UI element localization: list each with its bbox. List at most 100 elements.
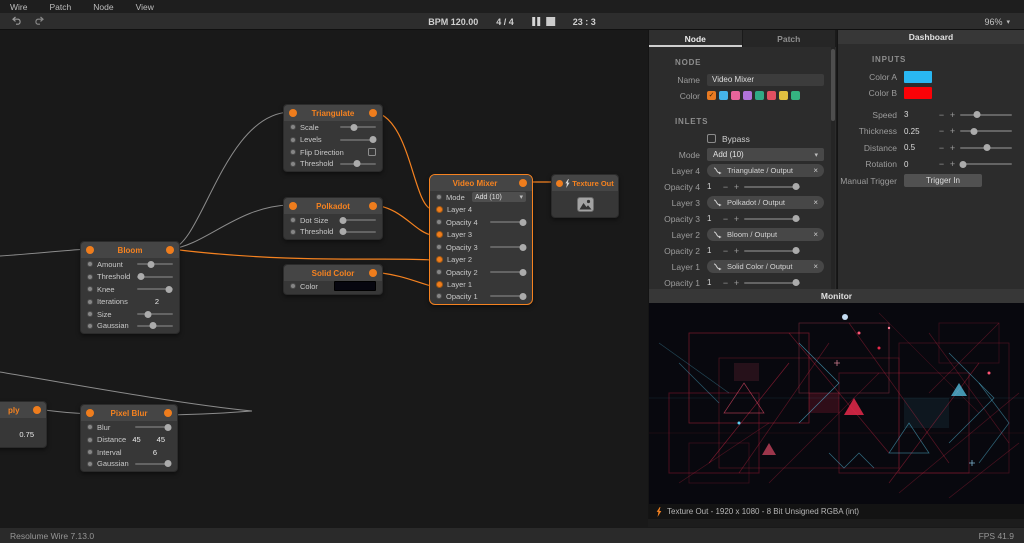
param-pin[interactable]	[436, 269, 442, 275]
param-slider[interactable]	[340, 219, 376, 221]
param-pin[interactable]	[87, 286, 93, 292]
param-pin[interactable]	[87, 261, 93, 267]
layer-inlet-pin[interactable]	[436, 256, 443, 263]
redo-icon[interactable]	[34, 16, 44, 27]
param-value[interactable]: 2	[155, 297, 159, 306]
param-slider[interactable]	[135, 426, 171, 428]
node-header[interactable]: Polkadot	[284, 198, 382, 214]
inlet-port[interactable]	[289, 109, 297, 117]
node-pixel-blur[interactable]: Pixel Blur Blur Distance 45 45 Interval …	[80, 404, 178, 472]
stop-button[interactable]	[546, 17, 555, 26]
thickness-value[interactable]: 0.25	[904, 127, 936, 136]
layer-inlet-pin[interactable]	[436, 281, 443, 288]
palette-swatch-blue[interactable]	[719, 91, 728, 100]
rotation-slider[interactable]	[960, 163, 1012, 165]
color-swatch[interactable]	[334, 281, 376, 291]
close-icon[interactable]: ×	[813, 167, 818, 175]
param-pin[interactable]	[290, 283, 296, 289]
decrement-button[interactable]: −	[936, 159, 947, 169]
param-pin[interactable]	[87, 274, 93, 280]
decrement-button[interactable]: −	[720, 278, 731, 288]
color-a-swatch[interactable]	[904, 71, 932, 83]
param-slider[interactable]	[490, 246, 526, 248]
outlet-port[interactable]	[369, 269, 377, 277]
param-pin[interactable]	[290, 217, 296, 223]
param-slider[interactable]	[137, 325, 173, 327]
increment-button[interactable]: +	[731, 246, 742, 256]
param-pin[interactable]	[290, 137, 296, 143]
distance-slider[interactable]	[960, 147, 1012, 149]
increment-button[interactable]: +	[947, 143, 958, 153]
param-value[interactable]: 45	[132, 435, 140, 444]
bypass-checkbox[interactable]	[707, 134, 716, 143]
param-pin[interactable]	[87, 424, 93, 430]
opacity-slider[interactable]	[744, 282, 800, 284]
palette-swatch-yellow[interactable]	[779, 91, 788, 100]
outlet-port[interactable]	[33, 406, 41, 414]
palette-swatch-orange[interactable]: ✓	[707, 91, 716, 100]
tab-node[interactable]: Node	[649, 30, 743, 47]
param-slider[interactable]	[137, 276, 173, 278]
param-pin[interactable]	[436, 194, 442, 200]
param-checkbox[interactable]	[368, 148, 376, 156]
param-value[interactable]: 6	[153, 448, 157, 457]
param-slider[interactable]	[137, 288, 173, 290]
scrollbar-thumb[interactable]	[831, 49, 835, 121]
increment-button[interactable]: +	[947, 110, 958, 120]
node-bloom[interactable]: Bloom Amount Threshold Knee Iterations	[80, 241, 180, 334]
undo-icon[interactable]	[12, 16, 22, 27]
param-slider[interactable]	[137, 263, 173, 265]
outlet-port[interactable]	[369, 202, 377, 210]
param-pin[interactable]	[290, 229, 296, 235]
menu-patch[interactable]: Patch	[49, 2, 71, 12]
mode-dropdown[interactable]: Add (10) ▾	[472, 192, 526, 202]
param-slider[interactable]	[137, 313, 173, 315]
node-video-mixer[interactable]: Video Mixer Mode Add (10) ▾ Layer 4 Opac…	[429, 174, 533, 305]
opacity-value[interactable]: 1	[707, 246, 720, 255]
connection-chip[interactable]: Solid Color / Output ×	[707, 260, 824, 273]
rotation-value[interactable]: 0	[904, 160, 936, 169]
tab-patch[interactable]: Patch	[743, 30, 837, 47]
palette-swatch-teal[interactable]	[755, 91, 764, 100]
outlet-port[interactable]	[164, 409, 172, 417]
speed-slider[interactable]	[960, 114, 1012, 116]
param-pin[interactable]	[87, 437, 93, 443]
palette-swatch-pink[interactable]	[731, 91, 740, 100]
decrement-button[interactable]: −	[936, 143, 947, 153]
param-slider[interactable]	[340, 139, 376, 141]
param-pin[interactable]	[436, 219, 442, 225]
node-header[interactable]: Bloom	[81, 242, 179, 258]
param-slider[interactable]	[490, 221, 526, 223]
node-header[interactable]: Solid Color	[284, 265, 382, 281]
decrement-button[interactable]: −	[720, 246, 731, 256]
outlet-port[interactable]	[369, 109, 377, 117]
opacity-slider[interactable]	[744, 218, 800, 220]
decrement-button[interactable]: −	[936, 126, 947, 136]
menu-view[interactable]: View	[136, 2, 154, 12]
decrement-button[interactable]: −	[936, 110, 947, 120]
close-icon[interactable]: ×	[813, 263, 818, 271]
node-header[interactable]: ply	[0, 402, 46, 418]
node-multiply[interactable]: ply 0.75	[0, 401, 47, 448]
mode-dropdown[interactable]: Add (10) ▾	[707, 148, 824, 161]
param-value[interactable]: 0.75	[19, 430, 34, 439]
node-solid-color[interactable]: Solid Color Color	[283, 264, 383, 295]
node-graph-canvas[interactable]: ply 0.75 Pixel Blur Blur Distance	[0, 30, 648, 527]
increment-button[interactable]: +	[731, 278, 742, 288]
node-header[interactable]: Texture Out	[552, 175, 618, 191]
param-pin[interactable]	[290, 149, 296, 155]
param-pin[interactable]	[290, 124, 296, 130]
inlet-port[interactable]	[86, 409, 94, 417]
layer-inlet-pin[interactable]	[436, 206, 443, 213]
close-icon[interactable]: ×	[813, 199, 818, 207]
inlet-port[interactable]	[556, 180, 563, 187]
outlet-port[interactable]	[519, 179, 527, 187]
opacity-value[interactable]: 1	[707, 214, 720, 223]
zoom-control[interactable]: 96% ▾	[984, 13, 1010, 30]
bpm-display[interactable]: BPM 120.00	[428, 17, 478, 27]
color-b-swatch[interactable]	[904, 87, 932, 99]
param-slider[interactable]	[135, 463, 171, 465]
param-slider[interactable]	[490, 295, 526, 297]
close-icon[interactable]: ×	[813, 231, 818, 239]
param-pin[interactable]	[87, 311, 93, 317]
